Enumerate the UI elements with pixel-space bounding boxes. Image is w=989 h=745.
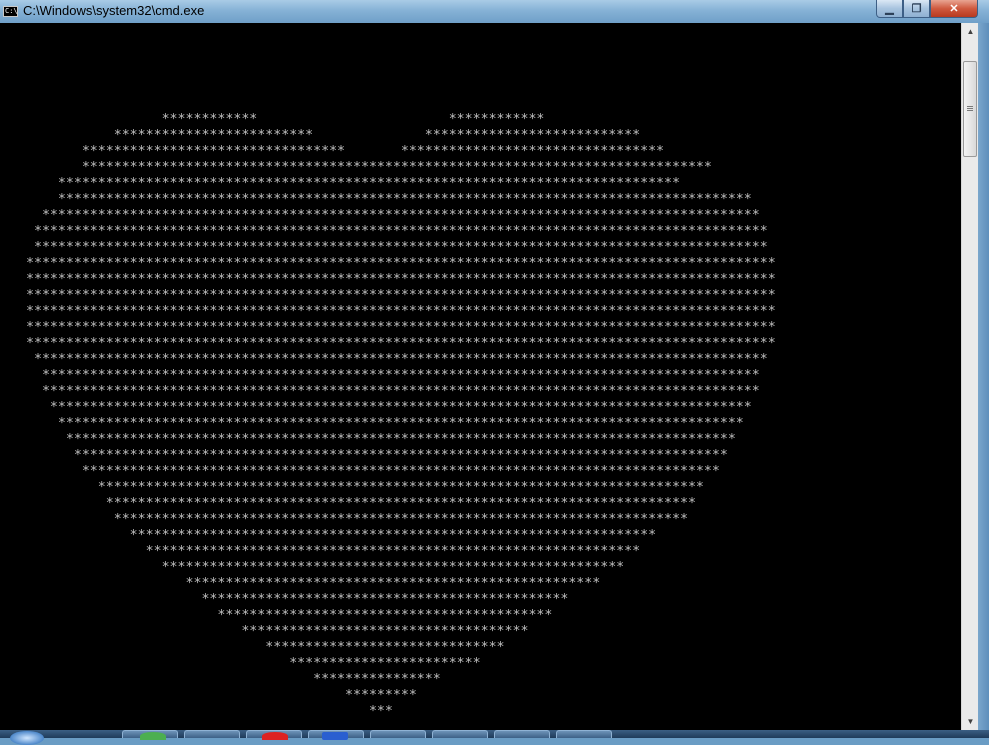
console-line: ****************************************… xyxy=(26,464,720,479)
console-line: ************ ************ xyxy=(26,112,545,127)
console-line: ****************************************… xyxy=(26,240,768,255)
console-line: ****************************************… xyxy=(26,304,776,319)
console-line: ****************************************… xyxy=(26,432,736,447)
console-line: **************** xyxy=(26,672,441,687)
console-line: ********************************* ******… xyxy=(26,144,665,159)
taskbar-item[interactable] xyxy=(556,730,612,738)
console-line: ****************************************… xyxy=(26,560,625,575)
ascii-heart-output: ************ ************ **************… xyxy=(26,112,776,720)
word-icon xyxy=(322,732,348,740)
console-line: ****************************************… xyxy=(26,512,688,527)
console-line: ****************************************… xyxy=(26,480,704,495)
taskbar-item[interactable] xyxy=(432,730,488,738)
window-title: C:\Windows\system32\cmd.exe xyxy=(23,3,205,18)
cmd-window: C:\ C:\Windows\system32\cmd.exe ▁ ❐ ✕ **… xyxy=(0,0,989,738)
close-icon: ✕ xyxy=(949,3,959,15)
console-line: ****************************************… xyxy=(26,592,569,607)
browser-icon xyxy=(262,732,288,740)
scrollbar-thumb[interactable] xyxy=(963,61,977,157)
maximize-button[interactable]: ❐ xyxy=(903,0,930,18)
restore-icon: ❐ xyxy=(911,3,922,15)
minimize-button[interactable]: ▁ xyxy=(876,0,903,18)
title-bar[interactable]: C:\ C:\Windows\system32\cmd.exe ▁ ❐ ✕ xyxy=(0,0,989,24)
console-line: *** xyxy=(26,704,393,719)
console-line: ****************************************… xyxy=(26,336,776,351)
console-line: ************************* **************… xyxy=(26,128,641,143)
console-line: ****************************************… xyxy=(26,272,776,287)
console-line: ****************************************… xyxy=(26,448,728,463)
console-line: ****************************************… xyxy=(26,256,776,271)
console-line: ****************************************… xyxy=(26,368,760,383)
console-line: ****************************************… xyxy=(26,576,601,591)
console-line: ****************************************… xyxy=(26,176,680,191)
taskbar-item[interactable] xyxy=(184,730,240,738)
console-output-area[interactable]: ************ ************ **************… xyxy=(0,23,972,730)
console-line: ****************************** xyxy=(26,640,505,655)
console-line: ****************************************… xyxy=(26,384,760,399)
console-line: ****************************************… xyxy=(26,608,553,623)
console-line: ************************************ xyxy=(26,624,529,639)
console-line: ****************************************… xyxy=(26,224,768,239)
start-orb-icon[interactable] xyxy=(10,731,44,745)
console-line: ************************ xyxy=(26,656,481,671)
console-line: ****************************************… xyxy=(26,416,744,431)
close-button[interactable]: ✕ xyxy=(930,0,978,18)
console-line: ****************************************… xyxy=(26,496,696,511)
console-line: ****************************************… xyxy=(26,192,752,207)
grip-icon xyxy=(967,106,973,107)
taskbar-item[interactable] xyxy=(494,730,550,738)
console-line: ****************************************… xyxy=(26,544,641,559)
console-line: ****************************************… xyxy=(26,160,712,175)
console-line: ****************************************… xyxy=(26,208,760,223)
arrow-down-icon: ▼ xyxy=(966,717,975,726)
scroll-down-button[interactable]: ▼ xyxy=(962,713,979,730)
scroll-up-button[interactable]: ▲ xyxy=(962,23,979,40)
cmd-app-icon[interactable]: C:\ xyxy=(3,6,18,17)
arrow-up-icon: ▲ xyxy=(966,27,975,36)
taskbar-item[interactable] xyxy=(370,730,426,738)
console-line: ********* xyxy=(26,688,417,703)
window-right-border xyxy=(978,23,989,738)
console-line: ****************************************… xyxy=(26,288,776,303)
console-line: ****************************************… xyxy=(26,400,752,415)
minimize-icon: ▁ xyxy=(885,3,894,15)
console-line: ****************************************… xyxy=(26,352,768,367)
console-line: ****************************************… xyxy=(26,528,657,543)
app-icon xyxy=(140,732,166,740)
console-line: ****************************************… xyxy=(26,320,776,335)
vertical-scrollbar[interactable]: ▲ ▼ xyxy=(961,23,979,730)
